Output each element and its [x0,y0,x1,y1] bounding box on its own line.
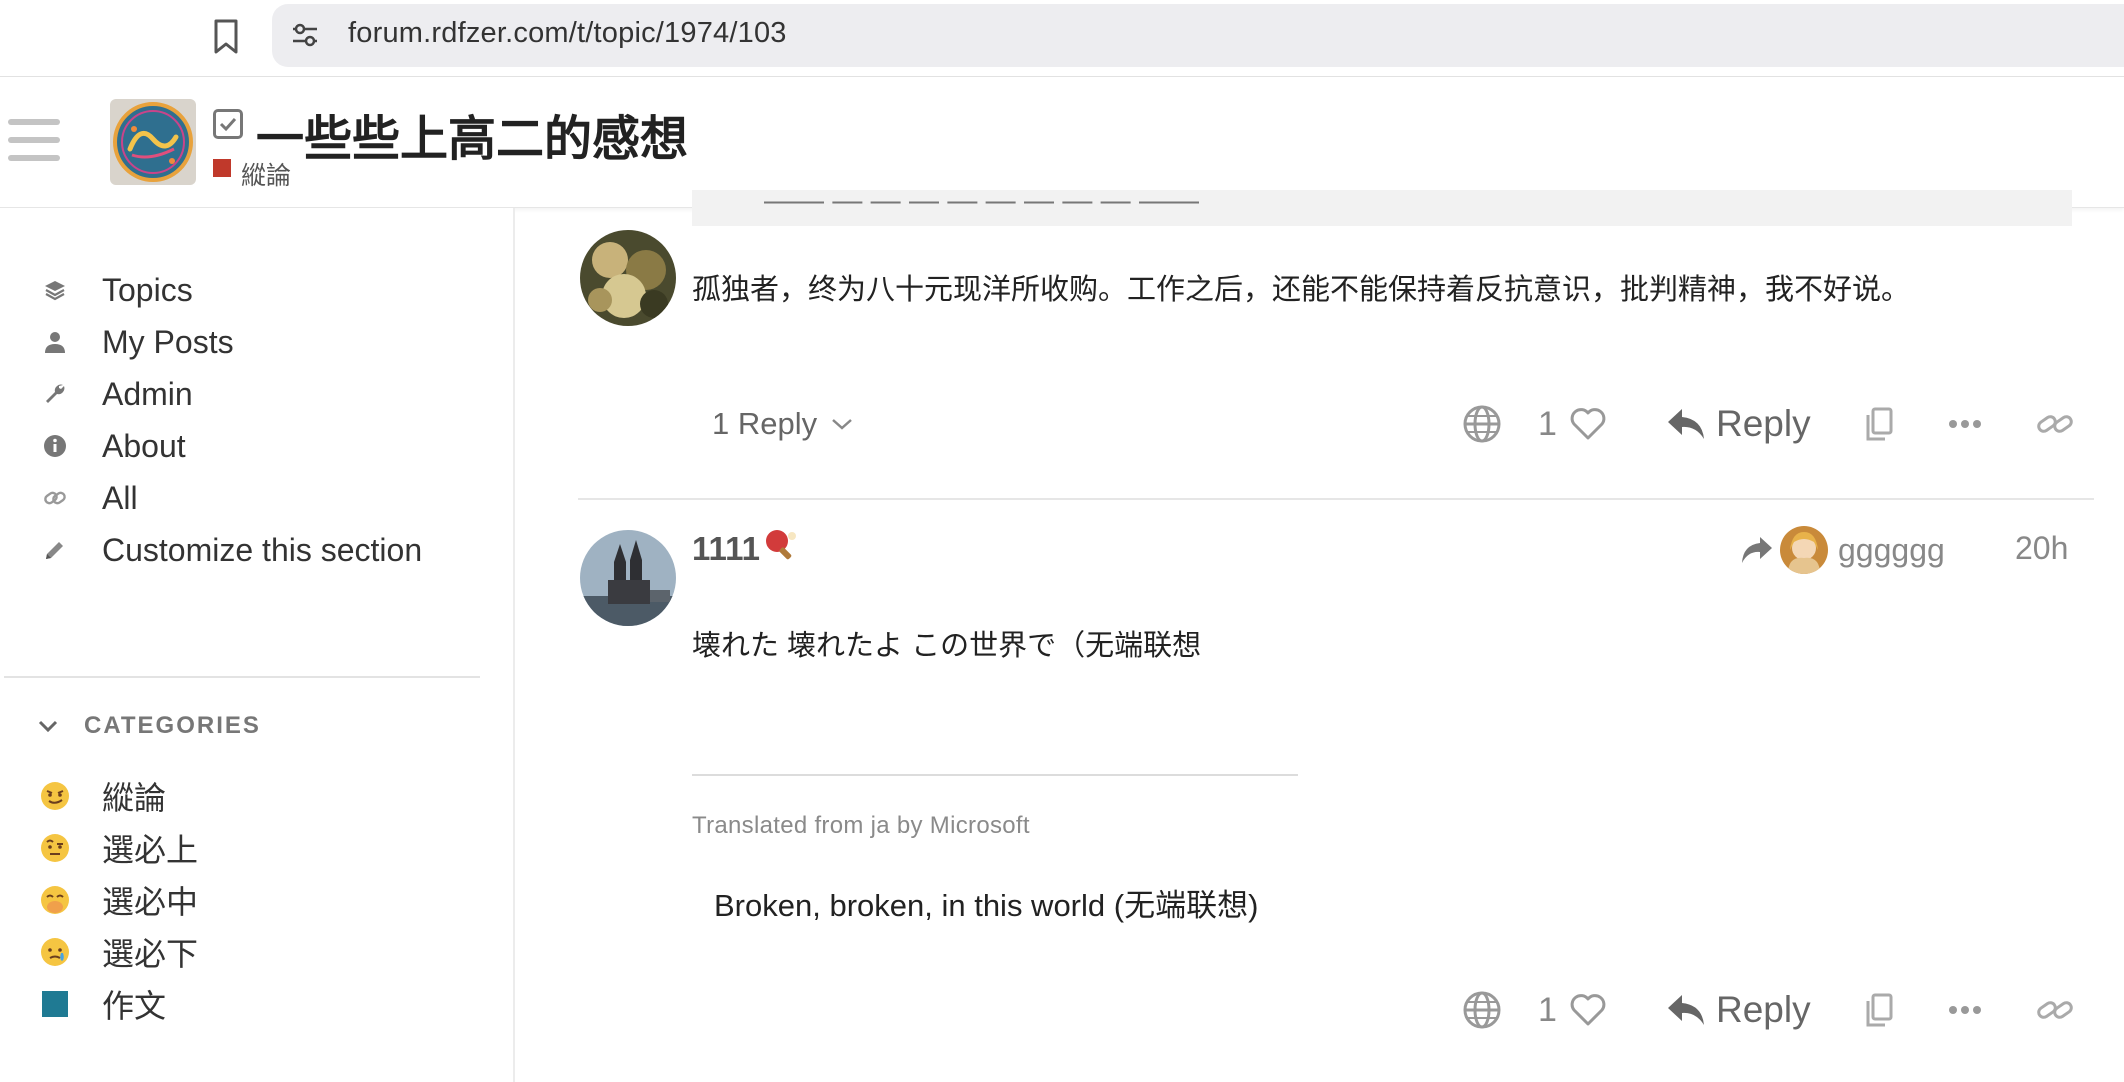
sidebar-category-label: 選必下 [102,936,199,972]
replies-toggle[interactable]: 1 Reply [712,394,853,454]
browser-toolbar: forum.rdfzer.com/t/topic/1974/103 [0,0,2124,77]
quoted-text-fragment: —— — — — — — — — — —— [692,190,2072,226]
sidebar: Topics My Posts Admin About All Customiz… [0,208,515,1082]
post-separator [578,498,2094,500]
heart-icon [1570,994,1606,1026]
reply-to-avatar [1780,526,1828,574]
checkbox-icon [213,109,243,139]
site-logo[interactable] [110,99,196,185]
hamburger-menu-icon[interactable] [8,119,60,163]
reply-button[interactable]: Reply [1666,980,1811,1040]
copy-link-button[interactable] [1864,980,1894,1040]
copy-link-button[interactable] [1864,394,1894,454]
sidebar-item-label: Customize this section [102,531,423,568]
link-icon [2037,1001,2073,1019]
sidebar-item-label: Topics [102,271,193,308]
reply-to-username: gggggg [1838,531,1945,568]
translate-button[interactable] [1462,980,1502,1040]
sidebar-category-label: 作文 [102,988,167,1024]
like-count: 1 [1538,404,1557,443]
categories-label: CATEGORIES [84,712,261,739]
sidebar-item-label: Admin [102,375,193,412]
smirk-emoji-icon [40,781,70,811]
sidebar-item-topics[interactable]: Topics [0,260,510,320]
site-settings-icon[interactable] [290,20,320,50]
reply-arrow-icon [1668,409,1704,439]
link-icon [40,483,70,513]
tearful-emoji-icon [40,937,70,967]
user-icon [40,327,70,357]
translate-button[interactable] [1462,394,1502,454]
category-link[interactable]: 縱論 [241,156,291,192]
share-link-button[interactable] [2036,394,2074,454]
share-arrow-icon [1742,537,1772,563]
like-count: 1 [1538,990,1557,1029]
post-body: 孤独者，终为八十元现洋所收购。工作之后，还能不能保持着反抗意识，批判精神，我不好… [692,274,1911,306]
reply-to-indicator[interactable]: gggggg [1740,524,1945,576]
chevron-down-icon [38,720,58,733]
sidebar-category-zuowen[interactable]: 作文 [0,974,510,1034]
avatar[interactable] [580,530,676,626]
globe-icon [1463,405,1501,443]
globe-icon [1463,991,1501,1029]
sidebar-item-label: About [102,427,186,464]
wrench-icon [40,379,70,409]
ellipsis-icon [1949,1006,1981,1014]
site-header: 一些些上高二的感想 縱論 [0,77,2124,208]
sidebar-category-label: 選必上 [102,832,199,868]
sidebar-category-label: 縱論 [102,780,167,816]
post-actions: 1 Reply 1 Reply [692,394,2092,454]
more-options-button[interactable] [1948,394,1982,454]
translation-divider [692,774,1298,776]
reply-label: Reply [1716,403,1811,444]
more-options-button[interactable] [1948,980,1982,1040]
hand-over-mouth-emoji-icon [40,885,70,915]
post-username[interactable]: 1111 [692,530,760,568]
raised-eyebrow-emoji-icon [40,833,70,863]
post-body: 壊れた 壊れたよ この世界で（无端联想 [692,630,1202,662]
categories-section-header[interactable]: CATEGORIES [38,706,261,746]
like-button[interactable]: 1 [1538,980,1607,1040]
sidebar-item-customize[interactable]: Customize this section [0,520,510,580]
reply-label: Reply [1716,989,1811,1030]
like-button[interactable]: 1 [1538,394,1607,454]
ping-pong-icon [764,528,798,562]
sidebar-divider [4,676,480,678]
ellipsis-icon [1949,420,1981,428]
chevron-down-icon [832,419,852,430]
link-icon [2037,415,2073,433]
post-actions: 1 Reply [692,980,2092,1040]
share-link-button[interactable] [2036,980,2074,1040]
sidebar-item-label: My Posts [102,323,234,360]
bookmark-icon[interactable] [208,17,244,57]
sidebar-category-xuanbizhong[interactable]: 選必中 [0,870,510,930]
reply-button[interactable]: Reply [1666,394,1811,454]
info-icon [40,431,70,461]
reply-arrow-icon [1668,995,1704,1025]
sidebar-category-xuanbixia[interactable]: 選必下 [0,922,510,982]
sidebar-item-my-posts[interactable]: My Posts [0,312,510,372]
sidebar-item-all[interactable]: All [0,468,510,528]
category-color-badge [213,159,231,177]
translation-attribution: Translated from ja by Microsoft [692,812,1030,839]
url-text[interactable]: forum.rdfzer.com/t/topic/1974/103 [348,17,787,50]
pencil-icon [40,535,70,565]
sidebar-category-xuanbishang[interactable]: 選必上 [0,818,510,878]
replies-count-label: 1 Reply [712,406,818,441]
sidebar-category-label: 選必中 [102,884,199,920]
sidebar-item-label: All [102,479,138,516]
heart-icon [1570,408,1606,440]
sidebar-item-admin[interactable]: Admin [0,364,510,424]
copy-icon [1866,407,1893,441]
translated-body: Broken, broken, in this world (无端联想) [714,888,1259,923]
layers-icon [40,275,70,305]
sidebar-item-about[interactable]: About [0,416,510,476]
sidebar-category-zonglun[interactable]: 縱論 [0,766,510,826]
topic-title[interactable]: 一些些上高二的感想 [256,99,688,169]
teal-square-icon [40,989,70,1019]
copy-icon [1866,993,1893,1027]
avatar[interactable] [580,230,676,326]
post-date[interactable]: 20h [2015,530,2068,567]
